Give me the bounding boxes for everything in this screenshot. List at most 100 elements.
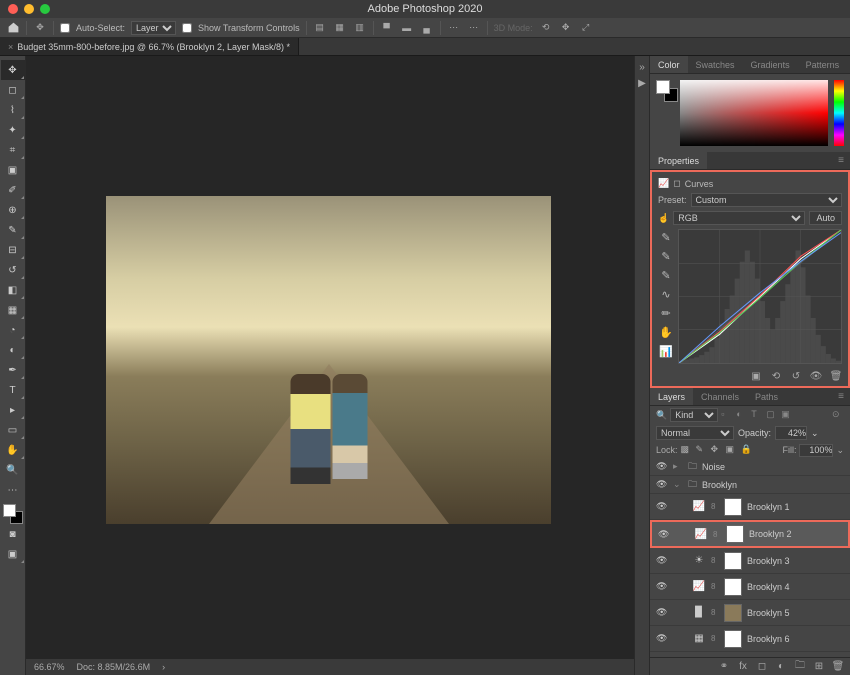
fill-chevron-icon[interactable]: ⌄ <box>836 445 844 456</box>
curves-graph[interactable] <box>678 229 842 364</box>
filter-pixel-icon[interactable]: ▫ <box>721 409 733 421</box>
visibility-icon[interactable]: 👁 <box>656 501 668 512</box>
tab-properties[interactable]: Properties <box>650 152 707 169</box>
quick-mask-icon[interactable]: ◙ <box>1 524 25 544</box>
color-spectrum[interactable] <box>680 80 828 146</box>
crop-tool[interactable]: ⌗ <box>1 140 25 160</box>
play-icon[interactable]: ▶ <box>637 78 647 88</box>
maximize-window[interactable] <box>40 4 50 14</box>
clone-tool[interactable]: ⊟ <box>1 240 25 260</box>
hand-tool[interactable]: ✋ <box>1 440 25 460</box>
frame-tool[interactable]: ▣ <box>1 160 25 180</box>
eyedropper-tool[interactable]: ✐ <box>1 180 25 200</box>
autoselect-dropdown[interactable]: Layer <box>131 21 176 35</box>
lock-pixels-icon[interactable]: ✎ <box>696 444 708 456</box>
lock-transparency-icon[interactable]: ▩ <box>681 444 693 456</box>
history-brush-tool[interactable]: ↺ <box>1 260 25 280</box>
layer-row[interactable]: 👁📈8Brooklyn 4 <box>650 574 850 600</box>
home-icon[interactable] <box>6 21 20 35</box>
layer-row[interactable]: 👁📈8Brooklyn 2 <box>650 520 850 548</box>
align-left-icon[interactable]: ▤ <box>313 21 327 35</box>
visibility-icon[interactable]: 👁 <box>656 479 668 490</box>
visibility-icon[interactable]: 👁 <box>656 633 668 644</box>
group-name[interactable]: Noise <box>702 462 725 472</box>
fg-bg-colors[interactable] <box>3 504 23 524</box>
layer-name[interactable]: Brooklyn 1 <box>747 502 790 512</box>
filter-toggle-icon[interactable]: ⊙ <box>832 409 844 421</box>
healing-tool[interactable]: ⊕ <box>1 200 25 220</box>
mask-thumbnail[interactable] <box>724 578 742 596</box>
align-center-icon[interactable]: ▦ <box>333 21 347 35</box>
mask-thumbnail[interactable] <box>724 630 742 648</box>
disclosure-icon[interactable]: ⌄ <box>673 479 683 490</box>
edit-toolbar[interactable]: ⋯ <box>1 480 25 500</box>
canvas-area[interactable]: 66.67% Doc: 8.85M/26.6M › <box>26 56 634 675</box>
filter-kind-dropdown[interactable]: Kind <box>670 408 718 422</box>
blur-tool[interactable]: ◔ <box>1 320 25 340</box>
status-chevron-icon[interactable]: › <box>162 662 165 672</box>
layer-style-icon[interactable]: fx <box>737 661 749 673</box>
new-layer-icon[interactable]: ⊞ <box>813 661 825 673</box>
tab-color[interactable]: Color <box>650 56 688 73</box>
group-name[interactable]: Brooklyn <box>702 480 737 490</box>
gradient-tool[interactable]: ▦ <box>1 300 25 320</box>
layer-name[interactable]: Brooklyn 4 <box>747 582 790 592</box>
draw-curve-icon[interactable]: ✏ <box>658 305 674 321</box>
mask-thumbnail[interactable] <box>724 604 742 622</box>
visibility-icon[interactable]: 👁 <box>656 607 668 618</box>
panel-menu-icon[interactable]: ≡ <box>832 391 850 402</box>
tab-patterns[interactable]: Patterns <box>798 56 848 73</box>
reset-icon[interactable]: ↺ <box>790 370 802 382</box>
hue-slider[interactable] <box>834 80 844 146</box>
lock-all-icon[interactable]: 🔒 <box>741 444 753 456</box>
zoom-tool[interactable]: 🔍 <box>1 460 25 480</box>
mask-thumbnail[interactable] <box>726 525 744 543</box>
delete-layer-icon[interactable]: 🗑 <box>832 661 844 673</box>
mask-thumbnail[interactable] <box>724 552 742 570</box>
move-tool[interactable]: ✥ <box>1 60 25 80</box>
type-tool[interactable]: T <box>1 380 25 400</box>
align-vcenter-icon[interactable]: ▬ <box>400 21 414 35</box>
opacity-input[interactable] <box>775 426 807 440</box>
layer-row[interactable]: 👁▉8Brooklyn 5 <box>650 600 850 626</box>
disclosure-icon[interactable]: ▸ <box>673 461 683 472</box>
document-canvas[interactable] <box>106 196 551 524</box>
screen-mode-icon[interactable]: ▣ <box>1 544 25 564</box>
edit-points-icon[interactable]: ∿ <box>658 286 674 302</box>
delete-adjustment-icon[interactable]: 🗑 <box>830 370 842 382</box>
shape-tool[interactable]: ▭ <box>1 420 25 440</box>
hand-sampler-icon[interactable]: ✋ <box>658 324 674 340</box>
expand-panels-icon[interactable]: » <box>637 62 647 72</box>
minimize-window[interactable] <box>24 4 34 14</box>
auto-button[interactable]: Auto <box>809 211 842 225</box>
filter-type-icon[interactable]: T <box>751 409 763 421</box>
new-group-icon[interactable]: 🗀 <box>794 661 806 673</box>
filter-smart-icon[interactable]: ▣ <box>781 409 793 421</box>
eraser-tool[interactable]: ◧ <box>1 280 25 300</box>
align-bottom-icon[interactable]: ▄ <box>420 21 434 35</box>
more-icon[interactable]: ⋯ <box>467 21 481 35</box>
tab-gradients[interactable]: Gradients <box>743 56 798 73</box>
blend-mode-dropdown[interactable]: Normal <box>656 426 734 440</box>
foreground-color-swatch[interactable] <box>3 504 16 517</box>
mask-thumbnail[interactable] <box>724 498 742 516</box>
close-tab-icon[interactable]: × <box>8 42 13 52</box>
sample-gray-icon[interactable]: ✎ <box>658 248 674 264</box>
visibility-icon[interactable]: 👁 <box>658 529 670 540</box>
sample-black-icon[interactable]: ✎ <box>658 229 674 245</box>
layer-name[interactable]: Brooklyn 2 <box>749 529 792 539</box>
filter-adjust-icon[interactable]: ◐ <box>736 409 748 421</box>
pen-tool[interactable]: ✒ <box>1 360 25 380</box>
filter-shape-icon[interactable]: ▢ <box>766 409 778 421</box>
channel-dropdown[interactable]: RGB <box>673 211 805 225</box>
sample-white-icon[interactable]: ✎ <box>658 267 674 283</box>
color-swatch-pair[interactable] <box>656 80 674 146</box>
zoom-readout[interactable]: 66.67% <box>34 662 65 672</box>
layer-row[interactable]: 👁☀8Brooklyn 3 <box>650 548 850 574</box>
path-select-tool[interactable]: ▸ <box>1 400 25 420</box>
distribute-h-icon[interactable]: ⋯ <box>447 21 461 35</box>
close-window[interactable] <box>8 4 18 14</box>
align-right-icon[interactable]: ▥ <box>353 21 367 35</box>
lasso-tool[interactable]: ⌇ <box>1 100 25 120</box>
finger-icon[interactable]: ☝ <box>658 213 669 224</box>
